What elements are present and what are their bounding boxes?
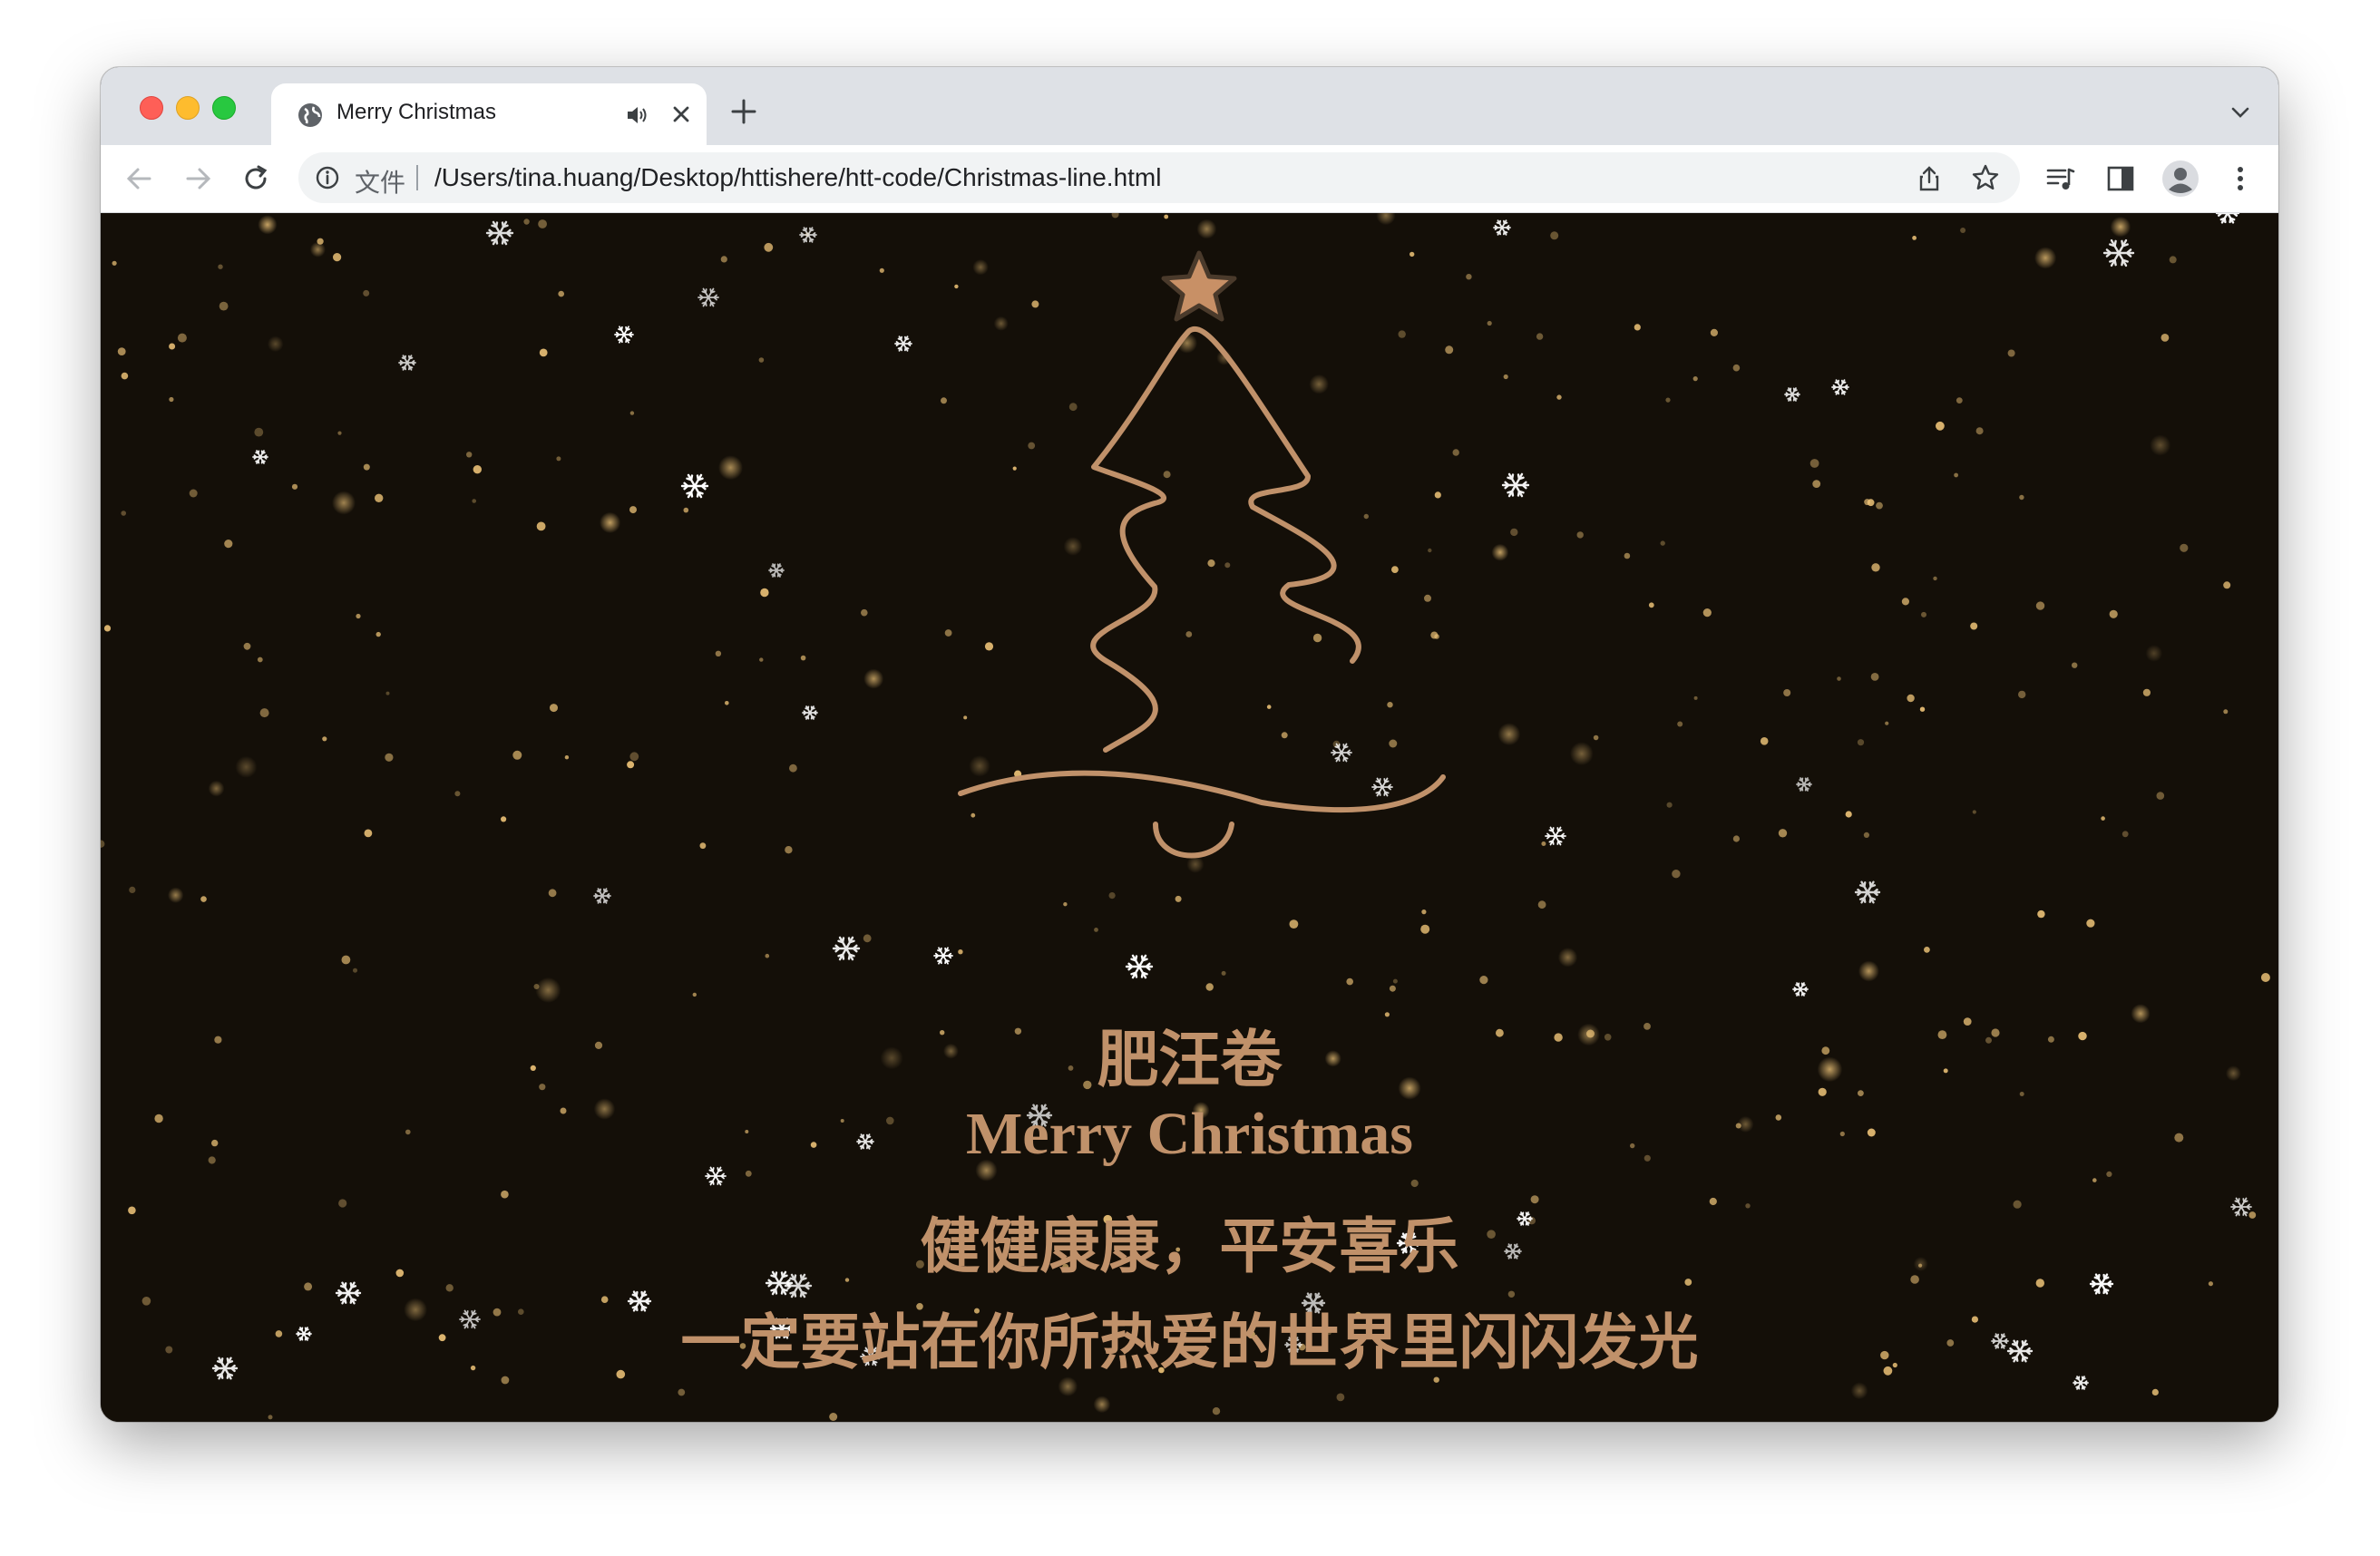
profile-icon[interactable] xyxy=(2161,160,2200,198)
wish-line-shine: 一定要站在你所热爱的世界里闪闪发光 xyxy=(680,1308,1699,1377)
info-icon[interactable] xyxy=(315,165,340,190)
close-window-button[interactable] xyxy=(140,96,163,120)
tab-title: Merry Christmas xyxy=(337,100,497,124)
star-icon[interactable] xyxy=(1971,163,2000,192)
back-arrow-icon[interactable] xyxy=(124,163,155,194)
browser-window: Merry Christmas 文件 /Users/tina.huang/Des… xyxy=(101,67,2278,1422)
globe-icon xyxy=(298,103,322,127)
reload-icon[interactable] xyxy=(240,163,271,194)
tab-bar: Merry Christmas xyxy=(101,67,2278,145)
tree-outline xyxy=(1090,326,1361,753)
tree-star-icon xyxy=(1161,250,1237,322)
speaker-icon[interactable] xyxy=(625,103,649,127)
maximize-window-button[interactable] xyxy=(212,96,236,120)
menu-dots-icon[interactable] xyxy=(2225,163,2256,194)
page-content: 肥汪卷 Merry Christmas 健健康康，平安喜乐 一定要站在你所热爱的… xyxy=(101,213,2278,1422)
tree-ground-line xyxy=(958,770,1446,813)
address-divider xyxy=(416,165,418,190)
address-url[interactable]: /Users/tina.huang/Desktop/httishere/htt-… xyxy=(434,163,1161,192)
share-icon[interactable] xyxy=(1917,165,1942,192)
media-control-icon[interactable] xyxy=(2045,163,2076,194)
forward-arrow-icon[interactable] xyxy=(182,163,213,194)
address-bar[interactable]: 文件 /Users/tina.huang/Desktop/httishere/h… xyxy=(298,152,2020,203)
close-icon[interactable] xyxy=(670,103,692,125)
plus-icon[interactable] xyxy=(730,98,757,125)
tree-trunk xyxy=(1153,822,1234,859)
active-tab[interactable]: Merry Christmas xyxy=(271,83,707,145)
name-line: 肥汪卷 xyxy=(1097,1025,1283,1096)
address-scheme-label: 文件 xyxy=(355,169,406,197)
merry-christmas-line: Merry Christmas xyxy=(965,1101,1413,1167)
chevron-down-icon[interactable] xyxy=(2229,105,2251,120)
toolbar: 文件 /Users/tina.huang/Desktop/httishere/h… xyxy=(101,145,2278,213)
side-panel-icon[interactable] xyxy=(2105,163,2136,194)
wish-line-health: 健健康康，平安喜乐 xyxy=(920,1211,1459,1281)
minimize-window-button[interactable] xyxy=(176,96,200,120)
